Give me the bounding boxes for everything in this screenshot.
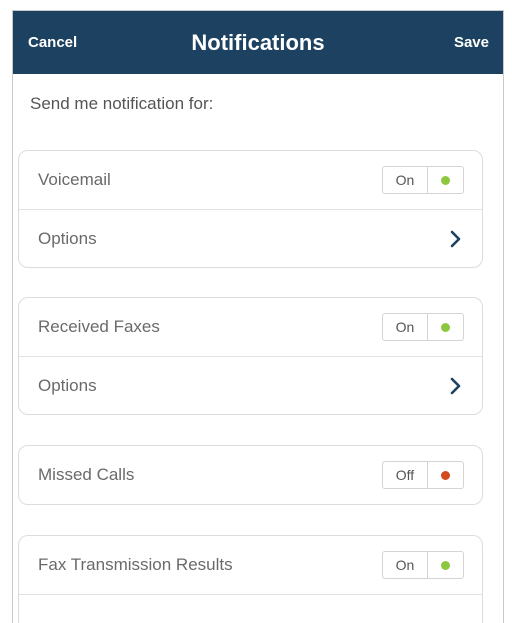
status-dot-icon — [441, 470, 450, 480]
toggle-state-text: On — [383, 314, 428, 340]
received-faxes-card: Received Faxes On Options — [18, 297, 483, 415]
options-label: Options — [38, 229, 97, 248]
voicemail-toggle[interactable]: On — [382, 166, 464, 194]
toggle-state-text: On — [383, 552, 428, 578]
fax-transmission-results-label: Fax Transmission Results — [38, 555, 233, 574]
missed-calls-toggle[interactable]: Off — [382, 461, 464, 489]
status-dot-icon — [441, 560, 450, 570]
page-title: Notifications — [191, 30, 325, 55]
missed-calls-card: Missed Calls Off — [18, 445, 483, 505]
voicemail-card: Voicemail On Options — [18, 150, 483, 268]
missed-calls-label: Missed Calls — [38, 465, 135, 484]
header-bar: Cancel Notifications Save — [13, 11, 503, 74]
voicemail-options-row[interactable]: Options — [19, 209, 482, 267]
fax-transmission-results-toggle[interactable]: On — [382, 551, 464, 579]
voicemail-row: Voicemail On — [19, 151, 482, 209]
fax-transmission-options-row[interactable] — [19, 594, 482, 623]
received-faxes-row: Received Faxes On — [19, 298, 482, 356]
intro-text: Send me notification for: — [30, 94, 214, 113]
missed-calls-row: Missed Calls Off — [19, 446, 482, 504]
toggle-state-text: On — [383, 167, 428, 193]
received-faxes-toggle[interactable]: On — [382, 313, 464, 341]
options-label: Options — [38, 376, 97, 395]
status-dot-icon — [441, 175, 450, 185]
received-faxes-label: Received Faxes — [38, 317, 160, 336]
fax-transmission-results-row: Fax Transmission Results On — [19, 536, 482, 594]
save-button[interactable]: Save — [454, 11, 489, 74]
voicemail-label: Voicemail — [38, 170, 111, 189]
status-dot-icon — [441, 322, 450, 332]
toggle-state-text: Off — [383, 462, 428, 488]
chevron-right-icon — [450, 230, 461, 248]
fax-transmission-results-card: Fax Transmission Results On — [18, 535, 483, 623]
chevron-right-icon — [450, 377, 461, 395]
received-faxes-options-row[interactable]: Options — [19, 356, 482, 414]
